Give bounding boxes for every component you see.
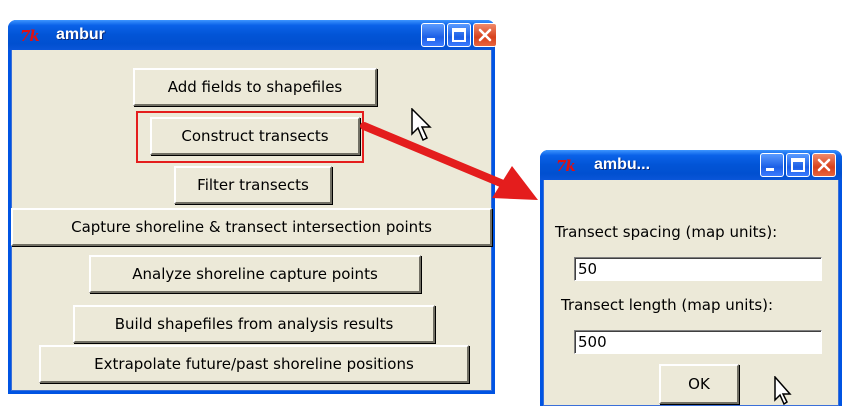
close-button[interactable]: [473, 23, 497, 47]
analyze-capture-points-button[interactable]: Analyze shoreline capture points: [89, 255, 421, 293]
minimize-button[interactable]: [421, 23, 445, 47]
main-titlebar[interactable]: 7k ambur: [8, 20, 497, 50]
close-icon: [478, 28, 492, 42]
transect-spacing-input[interactable]: 50: [574, 257, 822, 281]
close-icon: [817, 158, 831, 172]
maximize-button[interactable]: [447, 23, 471, 47]
add-fields-button[interactable]: Add fields to shapefiles: [133, 68, 377, 106]
build-shapefiles-button[interactable]: Build shapefiles from analysis results: [73, 305, 435, 343]
maximize-icon: [452, 28, 466, 42]
extrapolate-positions-button[interactable]: Extrapolate future/past shoreline positi…: [39, 345, 469, 383]
minimize-icon: [766, 168, 774, 171]
ok-button[interactable]: OK: [659, 364, 739, 404]
dialog-maximize-button[interactable]: [786, 153, 810, 177]
transect-length-label: Transect length (map units):: [561, 296, 774, 314]
dialog-close-button[interactable]: [812, 153, 836, 177]
mouse-pointer-icon: [774, 376, 792, 406]
transect-spacing-label: Transect spacing (map units):: [555, 223, 778, 241]
transect-length-input[interactable]: 500: [574, 330, 822, 354]
tk-logo-icon: 7k: [556, 157, 576, 175]
dialog-titlebar[interactable]: 7k ambu...: [540, 150, 842, 180]
minimize-icon: [427, 38, 435, 41]
window-title: ambur: [56, 26, 105, 43]
maximize-icon: [791, 158, 805, 172]
dialog-minimize-button[interactable]: [760, 153, 784, 177]
annotation-arrow-icon: [360, 122, 538, 200]
tk-logo-icon: 7k: [20, 27, 40, 45]
construct-transects-highlight: [136, 111, 364, 163]
filter-transects-button[interactable]: Filter transects: [174, 166, 332, 204]
transect-dialog-window: 7k ambu... Transect spacing (map units):…: [540, 150, 842, 406]
capture-intersection-points-button[interactable]: Capture shoreline & transect intersectio…: [11, 208, 492, 246]
dialog-title: ambu...: [594, 156, 651, 173]
